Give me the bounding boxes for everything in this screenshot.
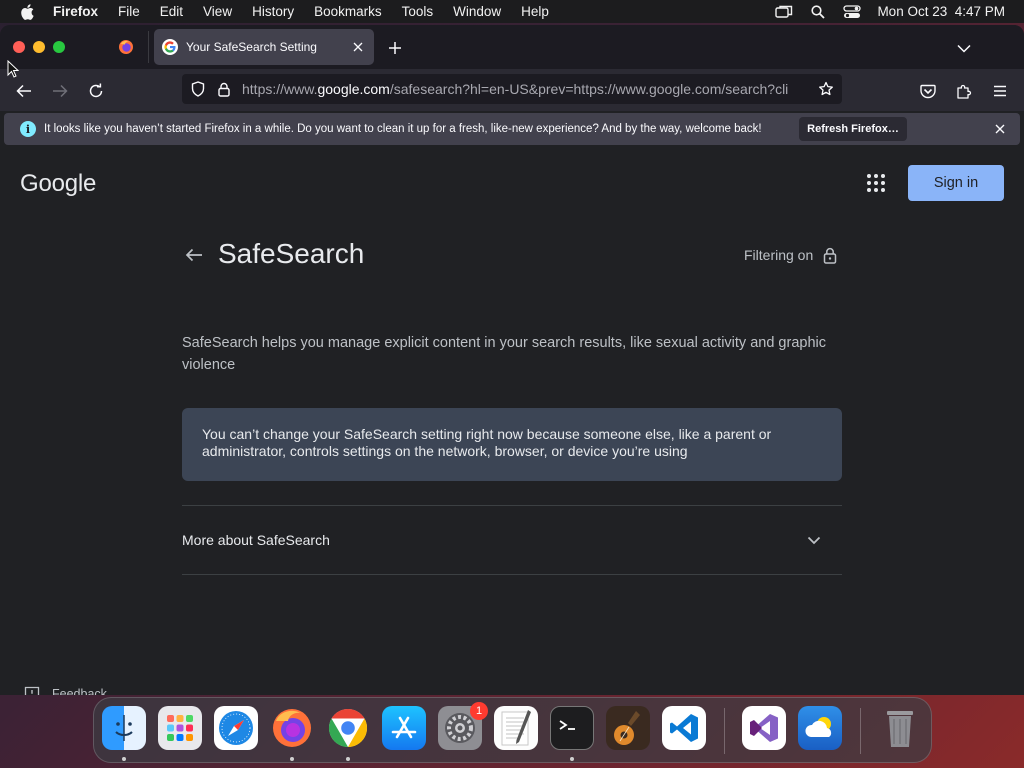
notification-close-icon[interactable] (992, 121, 1008, 137)
lock-icon (821, 246, 839, 264)
textedit-icon[interactable] (494, 706, 538, 750)
vscode-icon[interactable] (662, 706, 706, 750)
divider (182, 574, 842, 575)
terminal-icon[interactable] (550, 706, 594, 750)
weather-icon[interactable] (798, 706, 842, 750)
menu-history[interactable]: History (252, 4, 294, 19)
refresh-firefox-button[interactable]: Refresh Firefox… (799, 117, 907, 141)
sign-in-button[interactable]: Sign in (908, 165, 1004, 201)
pinned-firefox-tab[interactable] (112, 35, 140, 59)
url-bar[interactable]: https://www.google.com/safesearch?hl=en-… (182, 74, 842, 104)
navigation-toolbar: https://www.google.com/safesearch?hl=en-… (0, 69, 1024, 111)
menu-help[interactable]: Help (521, 4, 549, 19)
list-all-tabs-chevron-icon[interactable] (952, 37, 976, 59)
tab-close-icon[interactable] (348, 37, 368, 57)
page-title: SafeSearch (218, 238, 365, 269)
locked-setting-notice: You can’t change your SafeSearch setting… (182, 408, 842, 481)
menu-view[interactable]: View (203, 4, 232, 19)
firefox-icon (119, 40, 133, 54)
garageband-icon[interactable] (606, 706, 650, 750)
safesearch-description: SafeSearch helps you manage explicit con… (182, 335, 826, 373)
url-text[interactable]: https://www.google.com/safesearch?hl=en-… (242, 81, 808, 97)
running-indicator-dot (570, 757, 574, 761)
google-apps-grid-icon[interactable] (864, 170, 888, 194)
filtering-status-text: Filtering on (744, 247, 814, 263)
reload-icon[interactable] (84, 79, 108, 103)
dock-separator (724, 708, 725, 754)
forward-arrow-icon[interactable] (48, 79, 72, 103)
window-minimize-button[interactable] (33, 41, 45, 53)
site-lock-icon[interactable] (212, 77, 236, 101)
menu-edit[interactable]: Edit (160, 4, 183, 19)
chrome-icon[interactable] (326, 706, 370, 750)
filtering-status: Filtering on (744, 246, 839, 264)
menu-app-name[interactable]: Firefox (53, 4, 98, 19)
more-about-safesearch-label[interactable]: More about SafeSearch (182, 532, 330, 548)
hamburger-menu-icon[interactable] (988, 79, 1012, 103)
back-arrow-icon[interactable] (12, 79, 36, 103)
tab-safesearch[interactable]: Your SafeSearch Setting (154, 29, 374, 65)
tab-separator (148, 31, 149, 63)
trash-icon[interactable] (878, 706, 922, 750)
apple-menu-icon[interactable] (17, 3, 37, 20)
extensions-puzzle-icon[interactable] (952, 79, 976, 103)
menu-tools[interactable]: Tools (402, 4, 434, 19)
refresh-firefox-notification-bar: i It looks like you haven’t started Fire… (4, 113, 1020, 145)
visual-studio-icon[interactable] (742, 706, 786, 750)
tab-strip: Your SafeSearch Setting (0, 25, 1024, 69)
macos-dock: 1 (93, 697, 932, 763)
screen-mirroring-icon[interactable] (775, 4, 793, 20)
new-tab-plus-icon[interactable] (384, 37, 406, 59)
google-logo[interactable]: Google (20, 170, 96, 198)
safari-icon[interactable] (214, 706, 258, 750)
tracking-protection-shield-icon[interactable] (186, 77, 210, 101)
notification-badge: 1 (470, 702, 488, 720)
control-center-icon[interactable] (843, 4, 862, 20)
divider (182, 505, 842, 506)
mouse-pointer-icon (7, 60, 19, 78)
info-icon: i (20, 121, 36, 137)
launchpad-icon[interactable] (158, 706, 202, 750)
feedback-icon (24, 686, 40, 695)
notification-message: It looks like you haven’t started Firefo… (44, 123, 762, 135)
running-indicator-dot (346, 757, 350, 761)
feedback-link[interactable]: Feedback (24, 686, 107, 695)
menu-bookmarks[interactable]: Bookmarks (314, 4, 382, 19)
chevron-down-icon[interactable] (804, 530, 824, 550)
bookmark-star-icon[interactable] (814, 77, 838, 101)
google-favicon-icon (162, 39, 178, 55)
firefox-window: Your SafeSearch Setting https://www.goog… (0, 25, 1024, 695)
running-indicator-dot (290, 757, 294, 761)
menu-file[interactable]: File (118, 4, 140, 19)
tab-title: Your SafeSearch Setting (186, 40, 317, 54)
window-maximize-button[interactable] (53, 41, 65, 53)
page-back-arrow-icon[interactable] (182, 243, 206, 267)
finder-icon[interactable] (102, 706, 146, 750)
pocket-icon[interactable] (916, 79, 940, 103)
window-close-button[interactable] (13, 41, 25, 53)
macos-menu-bar: Firefox File Edit View History Bookmarks… (0, 0, 1024, 23)
spotlight-search-icon[interactable] (809, 4, 827, 20)
app-store-icon[interactable] (382, 706, 426, 750)
dock-separator (860, 708, 861, 754)
safesearch-page: Google Sign in SafeSearch Filtering on S… (0, 150, 1024, 695)
menu-window[interactable]: Window (453, 4, 501, 19)
menubar-clock[interactable]: Mon Oct 23 4:47 PM (877, 4, 1005, 19)
firefox-dock-icon[interactable] (270, 706, 314, 750)
running-indicator-dot (122, 757, 126, 761)
feedback-label: Feedback (52, 687, 107, 695)
